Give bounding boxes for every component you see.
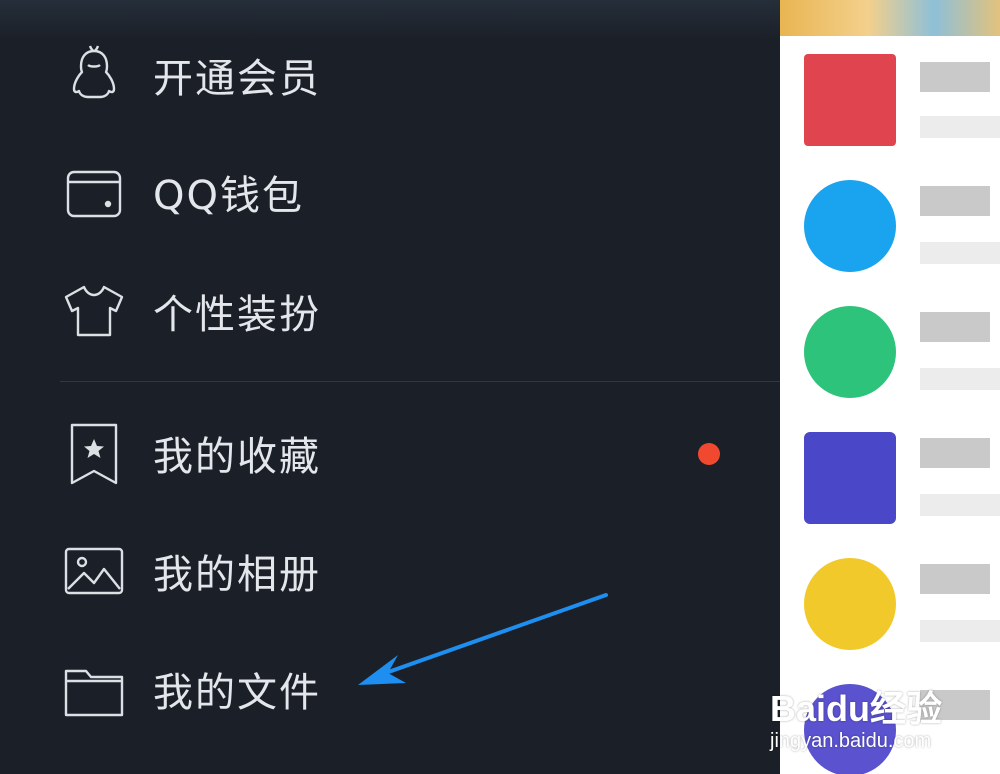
baidu-watermark: Baidu经验 jingyan.baidu.com bbox=[770, 668, 1000, 774]
avatar bbox=[804, 306, 896, 398]
list-item[interactable] bbox=[780, 36, 1000, 162]
conversation-list bbox=[780, 0, 1000, 774]
section-divider bbox=[60, 381, 780, 382]
penguin-icon bbox=[62, 43, 126, 107]
menu-label: 个性装扮 bbox=[153, 292, 321, 338]
tshirt-icon bbox=[62, 279, 126, 343]
list-item[interactable] bbox=[780, 540, 1000, 666]
menu-label: 开通会员 bbox=[153, 56, 321, 102]
image-icon bbox=[62, 539, 126, 603]
annotation-arrow-icon bbox=[358, 593, 608, 685]
side-drawer: 开通会员 QQ钱包 个性装扮 我的收藏 我的相册 我的文件 bbox=[0, 0, 780, 774]
avatar bbox=[804, 180, 896, 272]
avatar bbox=[804, 432, 896, 524]
menu-item-my-favorites[interactable]: 我的收藏 bbox=[0, 398, 780, 508]
avatar bbox=[804, 558, 896, 650]
menu-label: 我的收藏 bbox=[153, 434, 321, 480]
list-item[interactable] bbox=[780, 414, 1000, 540]
new-badge-dot bbox=[698, 443, 720, 465]
list-item[interactable] bbox=[780, 162, 1000, 288]
menu-item-personal-dressup[interactable]: 个性装扮 bbox=[0, 256, 780, 366]
menu-label: 我的文件 bbox=[153, 670, 321, 716]
top-banner bbox=[780, 0, 1000, 36]
menu-label: QQ钱包 bbox=[153, 173, 304, 219]
watermark-main: Baidu经验 bbox=[770, 688, 943, 729]
menu-item-qq-wallet[interactable]: QQ钱包 bbox=[0, 137, 780, 247]
wallet-icon bbox=[62, 160, 126, 224]
avatar bbox=[804, 54, 896, 146]
menu-label: 我的相册 bbox=[153, 552, 321, 598]
list-item[interactable] bbox=[780, 288, 1000, 414]
folder-icon bbox=[62, 657, 126, 721]
menu-item-open-vip[interactable]: 开通会员 bbox=[0, 20, 780, 130]
watermark-url: jingyan.baidu.com bbox=[770, 730, 932, 752]
bookmark-star-icon bbox=[62, 421, 126, 485]
